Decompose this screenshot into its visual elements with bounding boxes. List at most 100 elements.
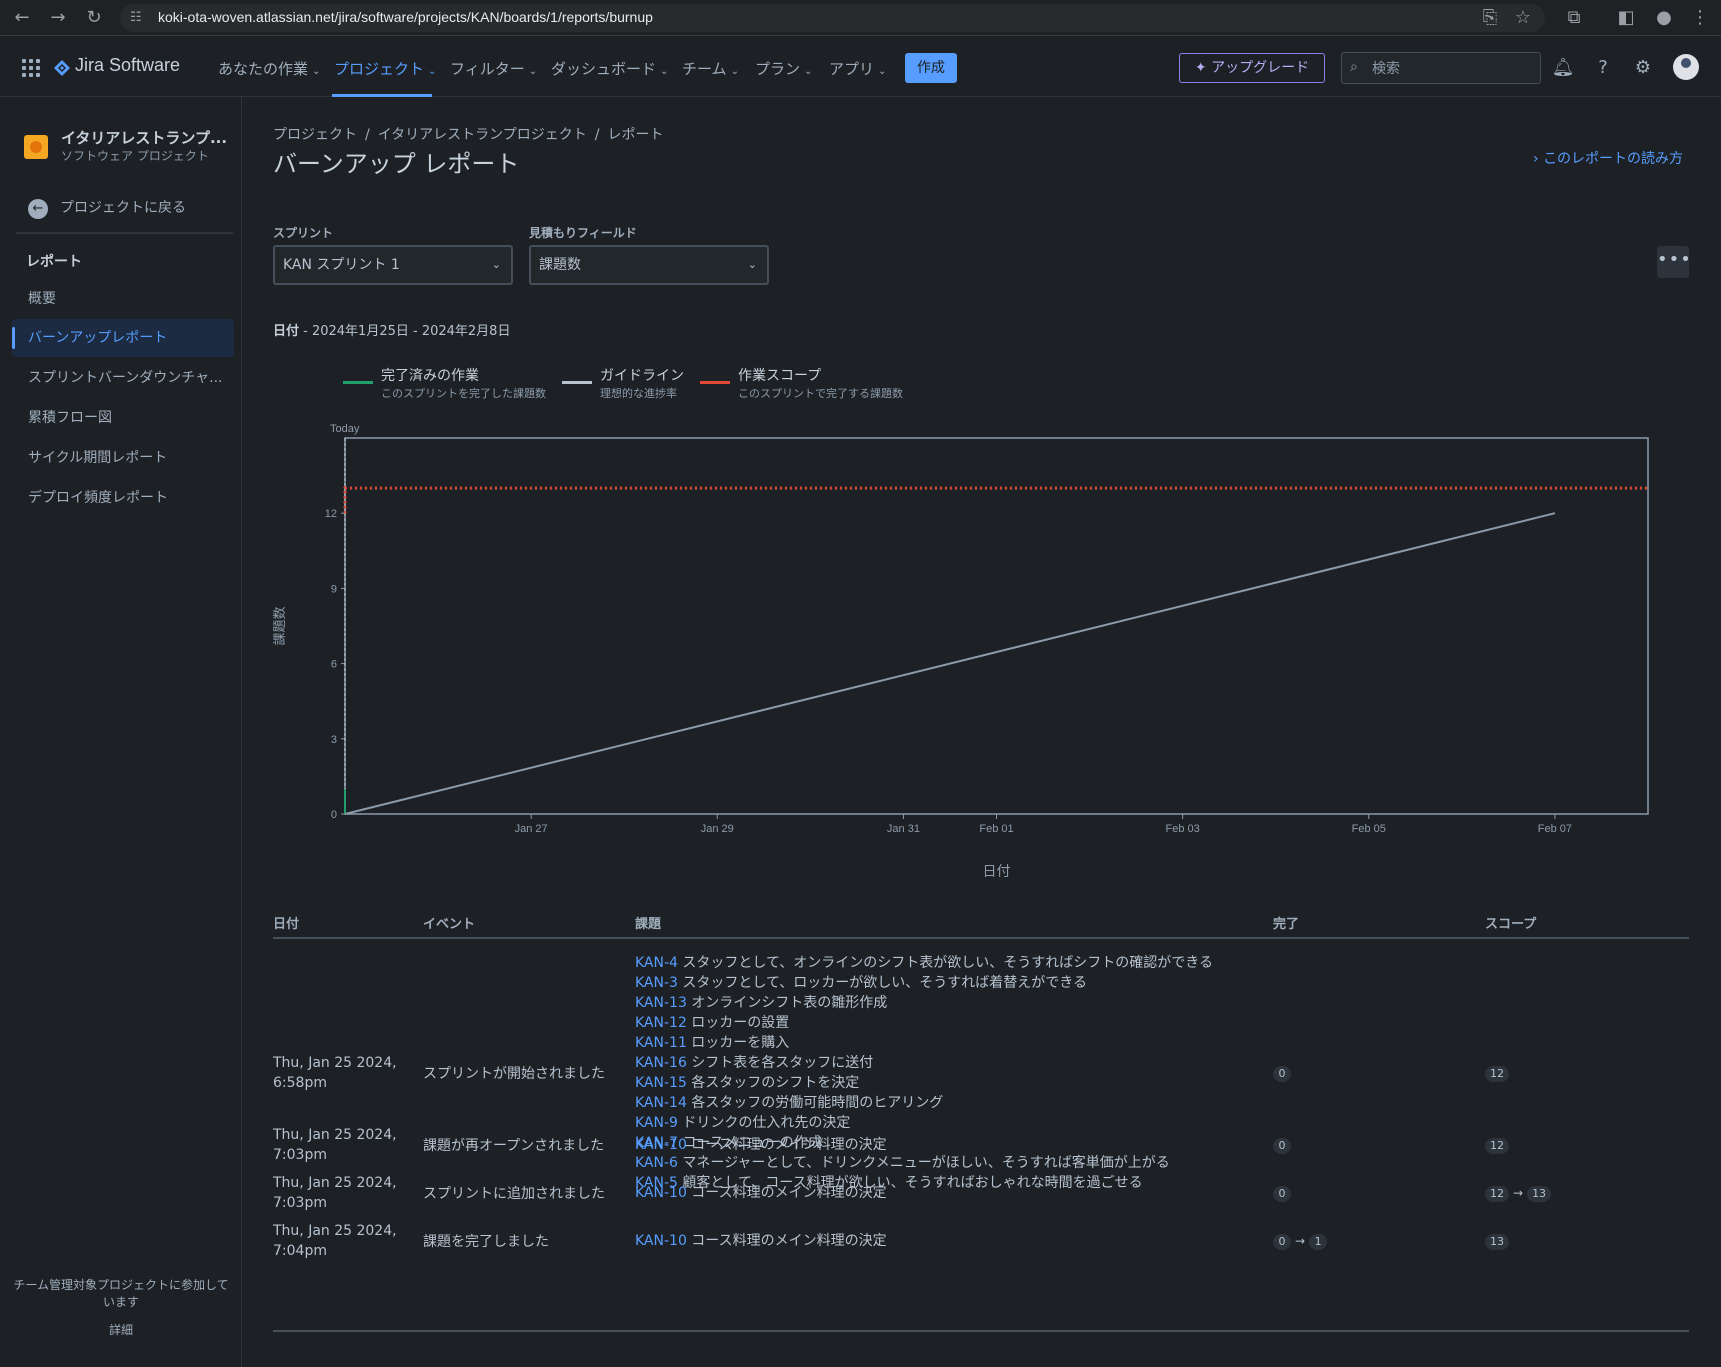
sidebar-divider bbox=[16, 232, 233, 234]
arrow-left-icon: ← bbox=[28, 199, 48, 219]
breadcrumb-project[interactable]: イタリアレストランプロジェクト bbox=[378, 127, 587, 143]
header-done: 完了 bbox=[1273, 917, 1300, 932]
issue-item: KAN-3 スタッフとして、ロッカーが欲しい、そうすれば着替えができる bbox=[635, 973, 1087, 993]
chevron-down-icon: ⌄ bbox=[660, 66, 669, 77]
value-badge: 0 bbox=[1273, 1186, 1291, 1202]
event-type: スプリントが開始されました bbox=[423, 1066, 605, 1082]
issue-key-link[interactable]: KAN-13 bbox=[635, 995, 687, 1011]
side-panel-icon[interactable]: ◧ bbox=[1614, 6, 1638, 30]
sidebar-item-burnup[interactable]: バーンアップレポート bbox=[12, 319, 234, 357]
project-type: ソフトウェア プロジェクト bbox=[61, 149, 209, 163]
sidebar-item-overview[interactable]: 概要 bbox=[12, 280, 234, 318]
x-tick-label: Feb 03 bbox=[1166, 823, 1200, 835]
search-field[interactable]: ⌕ bbox=[1341, 52, 1541, 84]
issue-item: KAN-9 ドリンクの仕入れ先の決定 bbox=[635, 1113, 850, 1133]
site-info-icon[interactable]: ☷ bbox=[130, 10, 146, 26]
back-arrow-icon[interactable]: ← bbox=[10, 6, 34, 30]
header-date: 日付 bbox=[273, 917, 300, 932]
issue-summary: コース料理のメイン料理の決定 bbox=[686, 1137, 887, 1153]
issue-item: KAN-4 スタッフとして、オンラインのシフト表が欲しい、そうすればシフトの確認… bbox=[635, 953, 1213, 973]
issue-item: KAN-10 コース料理のメイン料理の決定 bbox=[635, 1135, 887, 1155]
value-badge: 12 bbox=[1485, 1138, 1509, 1154]
nav-projects[interactable]: プロジェクト ⌄ bbox=[334, 58, 436, 79]
done-count: 0 → 1 bbox=[1273, 1233, 1328, 1250]
details-link[interactable]: 詳細 bbox=[0, 1321, 242, 1338]
estimate-field-select[interactable]: 課題数 ⌄ bbox=[529, 245, 769, 285]
browser-menu-icon[interactable]: ⋮ bbox=[1688, 6, 1712, 30]
y-tick-label: 9 bbox=[331, 583, 337, 595]
scope-count: 12 bbox=[1485, 1137, 1509, 1154]
event-date: Thu, Jan 25 2024, 6:58pm bbox=[273, 1055, 397, 1091]
project-avatar-icon[interactable] bbox=[24, 135, 48, 159]
issue-item: KAN-10 コース料理のメイン料理の決定 bbox=[635, 1183, 887, 1203]
notifications-bell-icon[interactable]: 🔔︎ bbox=[1551, 56, 1575, 80]
issue-item: KAN-6 マネージャーとして、ドリンクメニューがほしい、そうすれば客単価が上が… bbox=[635, 1153, 1170, 1173]
today-label: Today bbox=[330, 423, 360, 435]
x-tick-label: Feb 07 bbox=[1538, 823, 1572, 835]
sidebar-item-deployment-frequency[interactable]: デプロイ頻度レポート bbox=[12, 479, 234, 517]
x-axis-label: 日付 bbox=[983, 863, 1011, 879]
issue-key-link[interactable]: KAN-9 bbox=[635, 1115, 678, 1131]
series-line-guideline bbox=[344, 512, 1556, 815]
extensions-icon[interactable]: ⧉ bbox=[1562, 6, 1586, 30]
url-text[interactable]: koki-ota-woven.atlassian.net/jira/softwa… bbox=[158, 9, 653, 25]
address-bar[interactable]: ☷ koki-ota-woven.atlassian.net/jira/soft… bbox=[120, 4, 1545, 32]
issue-key-link[interactable]: KAN-10 bbox=[635, 1137, 687, 1153]
issue-key-link[interactable]: KAN-16 bbox=[635, 1055, 687, 1071]
chevron-down-icon: ⌄ bbox=[747, 258, 757, 271]
breadcrumb-reports[interactable]: レポート bbox=[607, 127, 663, 143]
user-avatar[interactable] bbox=[1673, 54, 1699, 80]
chevron-down-icon: ⌄ bbox=[528, 66, 538, 77]
product-name[interactable]: Jira Software bbox=[75, 55, 180, 76]
nav-plans[interactable]: プラン ⌄ bbox=[755, 58, 812, 79]
project-name[interactable]: イタリアレストランプ... bbox=[61, 127, 227, 148]
event-date: Thu, Jan 25 2024, 7:03pm bbox=[273, 1127, 397, 1163]
issue-key-link[interactable]: KAN-10 bbox=[635, 1233, 687, 1249]
issue-key-link[interactable]: KAN-11 bbox=[635, 1035, 687, 1051]
value-badge: 0 bbox=[1273, 1138, 1291, 1154]
create-button[interactable]: 作成 bbox=[905, 53, 957, 83]
translate-icon[interactable]: ⎘ bbox=[1478, 6, 1502, 30]
profile-icon[interactable]: ● bbox=[1652, 6, 1676, 30]
nav-dashboards[interactable]: ダッシュボード ⌄ bbox=[551, 58, 668, 79]
sidebar-item-cycle-time[interactable]: サイクル期間レポート bbox=[12, 439, 234, 477]
issue-summary: オンラインシフト表の雛形作成 bbox=[686, 995, 888, 1011]
legend-swatch bbox=[562, 381, 592, 384]
sidebar-item-sprint-burndown[interactable]: スプリントバーンダウンチャ... bbox=[12, 359, 234, 397]
estimate-field-label: 見積もりフィールド bbox=[529, 226, 637, 240]
event-type: 課題が再オープンされました bbox=[423, 1138, 605, 1154]
issue-summary: ロッカーの設置 bbox=[686, 1015, 790, 1031]
issue-item: KAN-14 各スタッフの労働可能時間のヒアリング bbox=[635, 1093, 943, 1113]
issue-key-link[interactable]: KAN-14 bbox=[635, 1095, 687, 1111]
nav-filters[interactable]: フィルター ⌄ bbox=[450, 58, 537, 79]
issue-key-link[interactable]: KAN-15 bbox=[635, 1075, 687, 1091]
back-to-project-link[interactable]: ← プロジェクトに戻る bbox=[28, 197, 186, 219]
burnup-chart: 0 3 6 9 12 Jan 27 Jan 29 Jan 31 Feb 01 Feb 03 Feb … bbox=[272, 423, 1649, 879]
legend-subtitle: このスプリントを完了した課題数 bbox=[381, 387, 546, 400]
chevron-down-icon: ⌄ bbox=[428, 66, 437, 77]
nav-teams[interactable]: チーム ⌄ bbox=[682, 58, 739, 79]
nav-your-work[interactable]: あなたの作業 ⌄ bbox=[218, 58, 320, 79]
more-actions-button[interactable]: ••• bbox=[1657, 246, 1691, 278]
chevron-down-icon: ⌄ bbox=[491, 258, 501, 271]
legend-subtitle: このスプリントで完了する課題数 bbox=[738, 387, 903, 400]
sprint-select[interactable]: KAN スプリント 1 ⌄ bbox=[273, 245, 513, 285]
search-input[interactable] bbox=[1372, 57, 1532, 79]
forward-arrow-icon[interactable]: → bbox=[46, 6, 70, 30]
nav-apps[interactable]: アプリ ⌄ bbox=[829, 58, 886, 79]
settings-gear-icon[interactable]: ⚙ bbox=[1631, 56, 1655, 80]
help-icon[interactable]: ? bbox=[1591, 56, 1615, 80]
bookmark-star-icon[interactable]: ☆ bbox=[1511, 6, 1535, 30]
breadcrumb-projects[interactable]: プロジェクト bbox=[273, 127, 357, 143]
sidebar-item-cumulative-flow[interactable]: 累積フロー図 bbox=[12, 399, 234, 437]
app-switcher-icon[interactable] bbox=[22, 59, 40, 77]
how-to-read-link[interactable]: › このレポートの読み方 bbox=[1533, 148, 1683, 168]
issue-key-link[interactable]: KAN-4 bbox=[635, 955, 678, 971]
issue-key-link[interactable]: KAN-6 bbox=[635, 1155, 678, 1171]
issue-key-link[interactable]: KAN-3 bbox=[635, 975, 678, 991]
issue-key-link[interactable]: KAN-12 bbox=[635, 1015, 687, 1031]
issue-key-link[interactable]: KAN-10 bbox=[635, 1185, 687, 1201]
header-scope: スコープ bbox=[1485, 917, 1537, 932]
reload-icon[interactable]: ↻ bbox=[82, 6, 106, 30]
upgrade-button[interactable]: ✦ アップグレード bbox=[1179, 53, 1325, 83]
